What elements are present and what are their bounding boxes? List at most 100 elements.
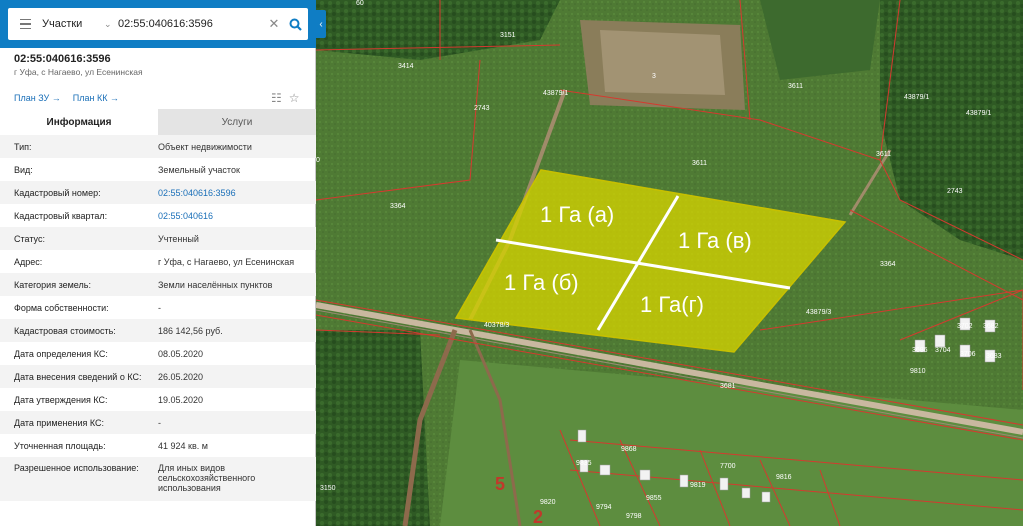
parcel-number-label: 60 [356, 0, 364, 7]
plot-label-b: 1 Га (б) [504, 270, 579, 295]
parcel-number-label: 40378/3 [484, 322, 509, 329]
table-row: Тип: Объект недвижимости [0, 135, 316, 158]
table-row: Адрес: г Уфа, с Нагаево, ул Есенинская [0, 250, 316, 273]
row-value: Для иных видов сельскохозяйственного исп… [158, 463, 256, 493]
menu-icon[interactable] [8, 8, 42, 40]
row-label: Дата применения КС: [14, 417, 105, 428]
cadastral-number-title: 02:55:040616:3596 [14, 53, 111, 65]
row-value: 26.05.2020 [158, 371, 204, 382]
parcel-number-label: 3611 [692, 160, 707, 167]
parcel-number-label: 9816 [776, 474, 792, 481]
parcel-number-label: 3681 [720, 383, 736, 390]
table-row: Статус: Учтенный [0, 227, 316, 250]
collapse-panel-button[interactable]: ‹ [316, 10, 326, 38]
parcel-number-label: 3706 [960, 351, 976, 358]
object-address: г Уфа, с Нагаево, ул Есенинская [14, 67, 143, 77]
parcel-number-label: 43879/1 [904, 94, 929, 101]
parcel-number-label: 3151 [500, 32, 516, 39]
search-document-icon[interactable]: ☷ [271, 91, 282, 105]
table-row: Уточненная площадь: 41 924 кв. м [0, 434, 316, 457]
row-value: г Уфа, с Нагаево, ул Есенинская [158, 256, 295, 267]
table-row: Форма собственности: - [0, 296, 316, 319]
info-panel: Участки ⌄ 02:55:040616:3596 ✕ 02:55:0406… [0, 0, 316, 526]
table-row: Вид: Земельный участок [0, 158, 316, 181]
search-icon [289, 18, 302, 31]
tab-services[interactable]: Услуги [158, 109, 316, 135]
row-label: Тип: [14, 141, 32, 152]
search-button[interactable] [282, 8, 308, 40]
row-label: Разрешенное использование: [14, 463, 139, 473]
table-row: Дата применения КС: - [0, 411, 316, 434]
plot-label-a: 1 Га (а) [540, 202, 614, 227]
parcel-number-label: 9868 [621, 446, 637, 453]
row-label: Адрес: [14, 256, 43, 267]
star-icon[interactable]: ☆ [289, 91, 300, 105]
parcel-number-label: 9819 [690, 482, 706, 489]
parcel-number-label: 5 [495, 474, 505, 494]
table-row: Категория земель: Земли населённых пункто… [0, 273, 316, 296]
parcel-number-label: 3 [652, 73, 656, 80]
table-row: Кадастровый квартал: 02:55:040616 [0, 204, 316, 227]
table-row: Кадастровый номер: 02:55:040616:3596 [0, 181, 316, 204]
row-label: Вид: [14, 164, 33, 175]
table-row: Дата определения КС: 08.05.2020 [0, 342, 316, 365]
row-label: Кадастровый квартал: [14, 210, 108, 221]
row-value: Земельный участок [158, 164, 240, 175]
parcel-number-label: 7700 [720, 463, 736, 470]
plan-kk-link[interactable]: План КК → [73, 93, 119, 103]
row-label: Уточненная площадь: [14, 440, 106, 451]
row-value: Учтенный [158, 233, 199, 244]
row-value: Объект недвижимости [158, 141, 252, 152]
search-input[interactable]: 02:55:040616:3596 [118, 18, 266, 30]
info-table: Тип: Объект недвижимости Вид: Земельный уча… [0, 135, 316, 501]
parcel-number-label: 3364 [880, 261, 896, 268]
row-value: - [158, 417, 161, 428]
parcel-number-label: 3611 [876, 151, 891, 158]
row-label: Кадастровая стоимость: [14, 325, 116, 336]
table-row: Разрешенное использование: Для иных видов… [0, 457, 316, 501]
parcel-number-label: 9798 [626, 513, 642, 520]
parcel-number-label: 0 [316, 157, 320, 164]
parcel-number-label: 3704 [935, 347, 951, 354]
parcel-number-label: 2 [533, 507, 543, 526]
parcel-number-label: 3682 [983, 323, 999, 330]
row-value: 19.05.2020 [158, 394, 204, 405]
row-value[interactable]: 02:55:040616 [158, 211, 316, 221]
parcel-number-label: 9810 [910, 368, 926, 375]
table-row: Дата внесения сведений о КС: 26.05.2020 [0, 365, 316, 388]
search-box: Участки ⌄ 02:55:040616:3596 ✕ [8, 8, 308, 40]
row-value: 08.05.2020 [158, 348, 204, 359]
close-icon[interactable]: ✕ [266, 16, 282, 32]
parcel-number-label: 43879/1 [966, 110, 991, 117]
plot-label-v: 1 Га (в) [678, 228, 752, 253]
parcel-number-label: 3611 [788, 83, 803, 90]
row-label: Дата определения КС: [14, 348, 108, 359]
table-row: Дата утверждения КС: 19.05.2020 [0, 388, 316, 411]
plan-zu-link[interactable]: План ЗУ → [14, 93, 61, 103]
row-value[interactable]: 02:55:040616:3596 [158, 188, 316, 198]
row-label: Статус: [14, 233, 45, 244]
plan-links: План ЗУ → План КК → [14, 93, 119, 103]
chevron-down-icon[interactable]: ⌄ [104, 19, 118, 30]
parcel-number-label: 9820 [540, 499, 556, 506]
row-value: - [158, 302, 161, 313]
tool-icons: ☷ ☆ [271, 91, 300, 105]
tab-information[interactable]: Информация [0, 109, 158, 135]
parcel-number-label: 3150 [320, 485, 336, 492]
parcel-number-label: 9835 [576, 460, 592, 467]
search-bar: Участки ⌄ 02:55:040616:3596 ✕ [0, 0, 316, 48]
tabs: Информация Услуги [0, 109, 316, 135]
parcel-number-label: 3686 [912, 347, 928, 354]
row-value: 41 924 кв. м [158, 440, 208, 451]
row-label: Дата утверждения КС: [14, 394, 108, 405]
row-label: Дата внесения сведений о КС: [14, 371, 142, 382]
search-type-select[interactable]: Участки [42, 18, 104, 30]
row-value: 186 142,56 руб. [158, 325, 223, 336]
parcel-number-label: 43879/3 [806, 309, 831, 316]
parcel-number-label: 3364 [390, 203, 406, 210]
row-label: Форма собственности: [14, 302, 109, 313]
row-label: Кадастровый номер: [14, 187, 101, 198]
row-label: Категория земель: [14, 279, 91, 290]
parcel-number-label: 2743 [947, 188, 963, 195]
parcel-number-label: 3683 [986, 353, 1002, 360]
